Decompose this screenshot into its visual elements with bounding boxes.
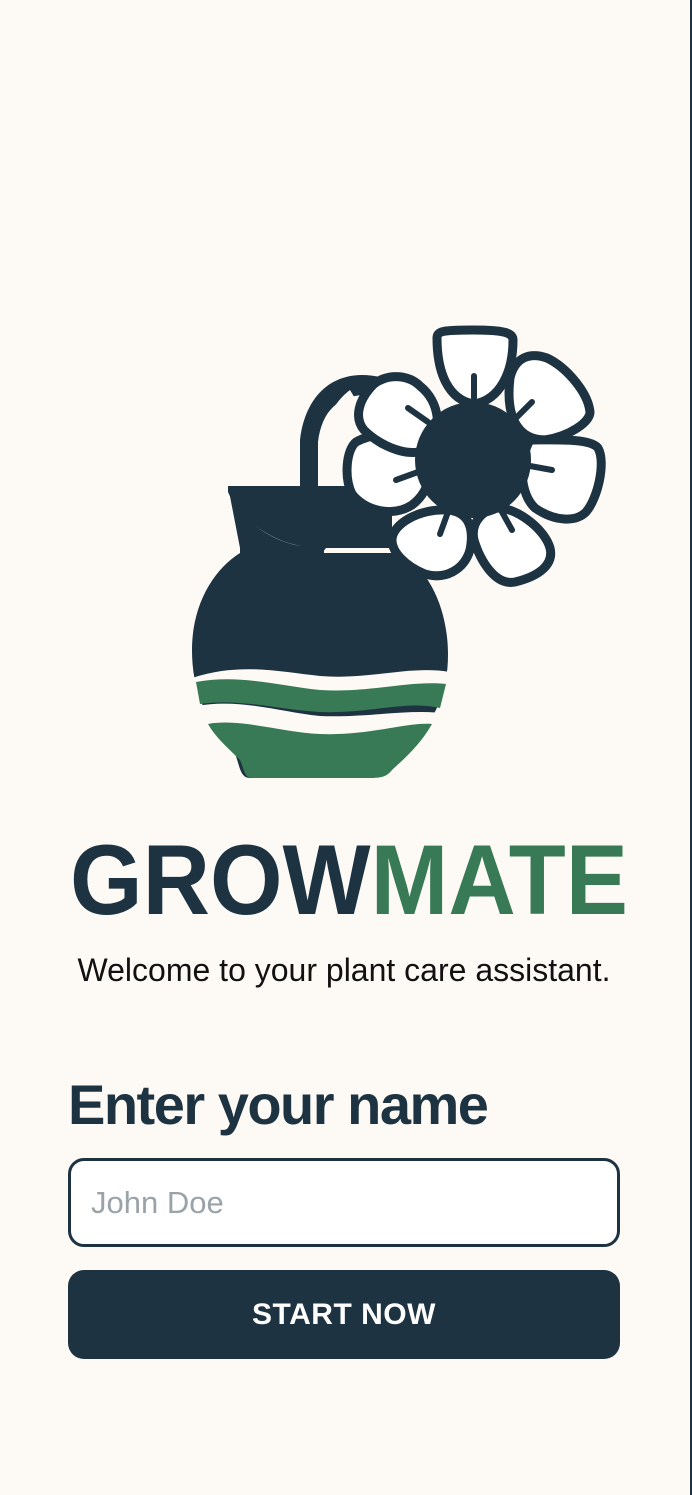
plant-pot-flower-icon (192, 325, 606, 778)
start-now-button[interactable]: START NOW (68, 1270, 620, 1359)
app-name-part-2: MATE (371, 826, 628, 930)
name-input[interactable] (68, 1158, 620, 1247)
welcome-tagline: Welcome to your plant care assistant. (77, 952, 611, 988)
name-heading: Enter your name (68, 1073, 489, 1136)
app-name-wordmark: GROWMATE (70, 826, 628, 930)
app-name-part-1: GROW (70, 826, 371, 930)
svg-text:GROWMATE: GROWMATE (70, 826, 628, 930)
